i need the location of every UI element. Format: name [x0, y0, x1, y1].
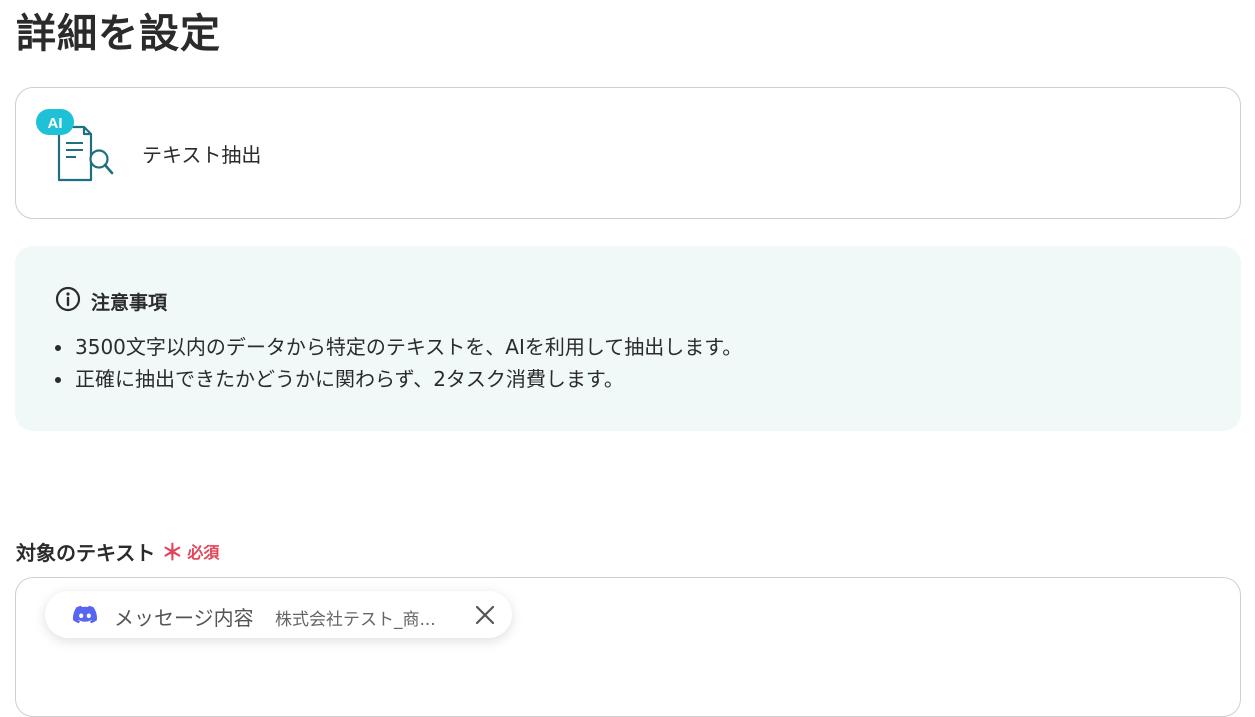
notice-item: 3500文字以内のデータから特定のテキストを、AIを利用して抽出します。: [53, 331, 742, 363]
document-search-icon: AI: [36, 107, 116, 187]
required-text: 必須: [187, 543, 220, 562]
info-icon: [55, 286, 81, 316]
notice-item: 正確に抽出できたかどうかに関わらず、2タスク消費します。: [53, 363, 742, 395]
chip-value: 株式会社テスト_商...: [275, 610, 436, 630]
field-label-text: 対象のテキスト: [16, 540, 156, 565]
notice-title: 注意事項: [91, 291, 168, 314]
ai-badge: AI: [48, 115, 63, 132]
notice-box: 注意事項 3500文字以内のデータから特定のテキストを、AIを利用して抽出します…: [15, 246, 1241, 431]
required-asterisk: ＊: [161, 541, 184, 566]
page-title: 詳細を設定: [16, 11, 221, 57]
discord-icon: [72, 604, 98, 626]
action-card[interactable]: AI テキスト抽出: [15, 87, 1241, 219]
chip-name: メッセージ内容: [114, 606, 254, 630]
notice-list: 3500文字以内のデータから特定のテキストを、AIを利用して抽出します。 正確に…: [53, 331, 742, 395]
notice-header: 注意事項: [55, 286, 167, 316]
action-name: テキスト抽出: [142, 143, 262, 167]
variable-chip[interactable]: メッセージ内容 株式会社テスト_商...: [45, 591, 512, 638]
field-label: 対象のテキスト ＊ 必須: [16, 535, 219, 567]
close-icon[interactable]: [473, 603, 497, 627]
